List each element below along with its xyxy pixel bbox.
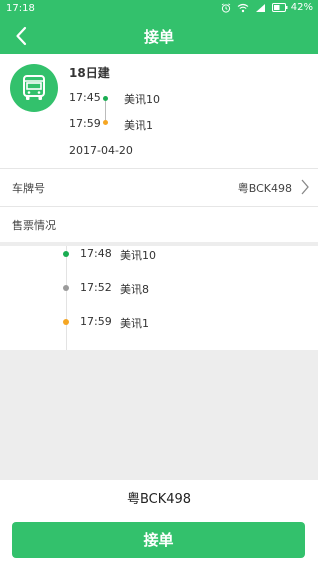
empty-area bbox=[0, 350, 318, 480]
plate-number-label: 车牌号 bbox=[12, 182, 45, 195]
timeline-stop-name: 美讯1 bbox=[120, 317, 149, 330]
signal-icon bbox=[255, 3, 266, 13]
start-stop-time: 17:45 bbox=[69, 91, 101, 104]
timeline-stop-time: 17:59 bbox=[80, 315, 112, 328]
route-name: 18日建 bbox=[69, 66, 110, 80]
plate-number-value: 粤BCK498 bbox=[237, 182, 292, 195]
stop-timeline: 17:48 美讯10 17:52 美讯8 17:59 美讯1 bbox=[0, 246, 318, 350]
bottom-plate-number: 粤BCK498 bbox=[0, 480, 318, 514]
battery-icon bbox=[271, 3, 288, 12]
bus-icon bbox=[23, 75, 45, 100]
status-time: 17:18 bbox=[6, 3, 35, 14]
battery-percent: 42% bbox=[290, 2, 313, 13]
trip-date: 2017-04-20 bbox=[69, 144, 133, 157]
timeline-stop-name: 美讯8 bbox=[120, 283, 149, 296]
accept-order-button[interactable]: 接单 bbox=[12, 522, 305, 558]
trip-card: 18日建 17:45 美讯10 17:59 美讯1 2017-04-20 bbox=[0, 54, 318, 168]
timeline-dot bbox=[63, 285, 69, 291]
battery-indicator: 42% bbox=[271, 2, 313, 13]
nav-bar: 接单 bbox=[0, 18, 318, 54]
timeline-line bbox=[66, 246, 67, 350]
timeline-dot bbox=[63, 251, 69, 257]
status-icons: 42% bbox=[221, 2, 313, 13]
end-stop-name: 美讯1 bbox=[124, 119, 153, 132]
status-bar: 17:18 42% bbox=[0, 0, 318, 18]
end-stop-time: 17:59 bbox=[69, 117, 101, 130]
wifi-icon bbox=[237, 3, 249, 13]
plate-number-row[interactable]: 车牌号 粤BCK498 bbox=[0, 168, 318, 206]
start-stop-name: 美讯10 bbox=[124, 93, 160, 106]
stop-connector bbox=[105, 101, 106, 120]
page-title: 接单 bbox=[143, 28, 174, 46]
ticket-sales-row: 售票情况 bbox=[0, 206, 318, 242]
timeline-stop-name: 美讯10 bbox=[120, 249, 156, 262]
end-stop-dot bbox=[103, 120, 108, 125]
timeline-stop-time: 17:48 bbox=[80, 247, 112, 260]
timeline-dot bbox=[63, 319, 69, 325]
bus-avatar bbox=[10, 64, 58, 112]
ticket-sales-label: 售票情况 bbox=[12, 219, 56, 232]
timeline-stop-time: 17:52 bbox=[80, 281, 112, 294]
chevron-right-icon bbox=[300, 178, 310, 200]
alarm-icon bbox=[221, 2, 231, 13]
